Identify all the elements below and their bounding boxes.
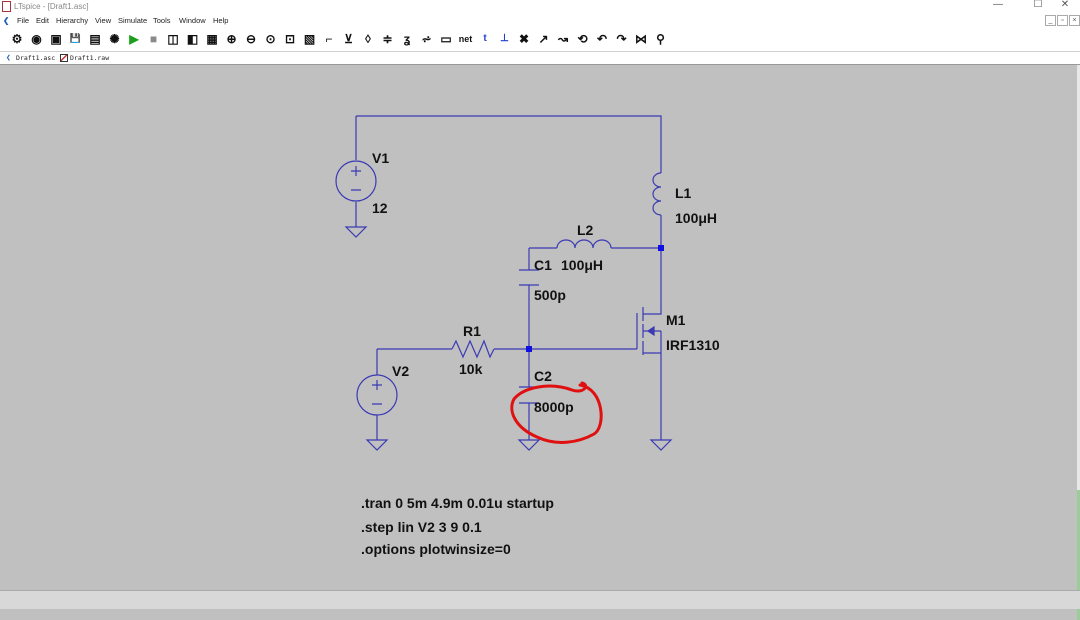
close-button[interactable]: ✕ bbox=[1050, 0, 1080, 10]
m1-mosfet[interactable] bbox=[636, 305, 662, 361]
wires bbox=[355, 115, 662, 440]
v2-source[interactable] bbox=[356, 374, 398, 416]
drag-icon[interactable]: ↝ bbox=[555, 30, 571, 47]
resistor-icon[interactable]: ≑ bbox=[380, 30, 396, 47]
mdi-close-icon[interactable]: × bbox=[1069, 15, 1080, 26]
zoom-area-icon[interactable]: ⊡ bbox=[282, 30, 298, 47]
mdi-minimize-icon[interactable]: _ bbox=[1045, 15, 1056, 26]
tab-label: Draft1.asc bbox=[16, 54, 56, 62]
menu-edit[interactable]: Edit bbox=[36, 16, 49, 25]
menu-view[interactable]: View bbox=[95, 16, 111, 25]
c1-value: 500p bbox=[534, 287, 566, 303]
schematic-canvas[interactable]: V1 12 L1 100μH L2 100μH C1 500p R1 10k V… bbox=[0, 65, 1080, 590]
l2-value: 100μH bbox=[561, 257, 603, 273]
component-icon[interactable]: net bbox=[458, 30, 474, 47]
inductor-icon[interactable]: ⩫ bbox=[419, 30, 435, 47]
v2-ground-symbol bbox=[365, 439, 389, 451]
waveform-icon bbox=[60, 54, 68, 62]
run-icon[interactable]: ▶ bbox=[126, 30, 142, 47]
window-title: LTspice - [Draft1.asc] bbox=[14, 2, 89, 11]
save-icon[interactable]: 💾 bbox=[68, 30, 84, 47]
app-menu-icon[interactable]: ❮ bbox=[3, 16, 9, 25]
ground-icon[interactable]: ⊻ bbox=[341, 30, 357, 47]
l1-inductor[interactable] bbox=[652, 172, 662, 216]
tab-bar: ❮ Draft1.asc Draft1.raw bbox=[0, 52, 1080, 65]
diode-icon[interactable]: ▭ bbox=[438, 30, 454, 47]
menu-tools[interactable]: Tools bbox=[153, 16, 171, 25]
tile-horizontal-icon[interactable]: ◧ bbox=[185, 30, 201, 47]
title-bar: LTspice - [Draft1.asc] — ☐ ✕ bbox=[0, 0, 1080, 14]
capacitor-icon[interactable]: ʓ bbox=[399, 30, 415, 47]
l1-value: 100μH bbox=[675, 210, 717, 226]
zoom-out-icon[interactable]: ⊖ bbox=[243, 30, 259, 47]
tab-label: Draft1.raw bbox=[70, 54, 110, 62]
status-bar bbox=[0, 590, 1080, 609]
menu-hierarchy[interactable]: Hierarchy bbox=[56, 16, 88, 25]
open-icon[interactable]: ◉ bbox=[29, 30, 45, 47]
redo-icon[interactable]: ↶ bbox=[594, 30, 610, 47]
tab-waveform[interactable]: Draft1.raw bbox=[60, 53, 109, 63]
menu-simulate[interactable]: Simulate bbox=[118, 16, 147, 25]
schematic-icon: ❮ bbox=[6, 53, 11, 62]
spice-directive-icon[interactable]: t bbox=[477, 30, 493, 47]
l1-name: L1 bbox=[675, 185, 692, 201]
cascade-icon[interactable]: ▦ bbox=[204, 30, 220, 47]
rotate-icon[interactable]: ↷ bbox=[614, 30, 630, 47]
mdi-restore-icon[interactable]: ▫ bbox=[1057, 15, 1068, 26]
c1-name: C1 bbox=[534, 257, 552, 273]
mirror-icon[interactable]: ⋈ bbox=[633, 30, 649, 47]
menu-file[interactable]: File bbox=[17, 16, 29, 25]
cut-icon[interactable]: ✖ bbox=[516, 30, 532, 47]
move-icon[interactable]: ↗ bbox=[536, 30, 552, 47]
gear-icon[interactable]: ⚙ bbox=[9, 30, 25, 47]
menu-window[interactable]: Window bbox=[179, 16, 206, 25]
schematic-drawing: V1 12 L1 100μH L2 100μH C1 500p R1 10k V… bbox=[335, 115, 720, 557]
zoom-in-icon[interactable]: ⊕ bbox=[224, 30, 240, 47]
m1-value: IRF1310 bbox=[666, 337, 720, 353]
menu-bar: ❮ File Edit Hierarchy View Simulate Tool… bbox=[0, 14, 1080, 27]
m1-ground-symbol bbox=[649, 439, 673, 451]
minimize-button[interactable]: — bbox=[983, 0, 1013, 10]
undo-icon[interactable]: ⟲ bbox=[575, 30, 591, 47]
tab-schematic[interactable]: ❮ Draft1.asc bbox=[6, 53, 55, 63]
label-icon[interactable]: ◊ bbox=[360, 30, 376, 47]
v1-source[interactable] bbox=[335, 160, 377, 202]
v1-value: 12 bbox=[372, 200, 388, 216]
zoom-fit-icon[interactable]: ⊙ bbox=[263, 30, 279, 47]
wire-icon[interactable]: ⌐ bbox=[321, 30, 337, 47]
tile-vertical-icon[interactable]: ◫ bbox=[165, 30, 181, 47]
v2-name: V2 bbox=[392, 363, 409, 379]
find-icon[interactable]: ⚲ bbox=[653, 30, 669, 47]
stop-icon[interactable]: ■ bbox=[146, 30, 162, 47]
v1-name: V1 bbox=[372, 150, 389, 166]
l2-name: L2 bbox=[577, 222, 594, 238]
directive-step[interactable]: .step lin V2 3 9 0.1 bbox=[361, 519, 482, 535]
v1-ground-symbol bbox=[344, 226, 368, 238]
print-icon[interactable]: ▤ bbox=[87, 30, 103, 47]
open-folder-icon[interactable]: ▣ bbox=[48, 30, 64, 47]
directive-options[interactable]: .options plotwinsize=0 bbox=[361, 541, 511, 557]
maximize-button[interactable]: ☐ bbox=[1023, 0, 1053, 10]
autorange-icon[interactable]: ▧ bbox=[302, 30, 318, 47]
control-panel-icon[interactable]: ✺ bbox=[107, 30, 123, 47]
app-icon bbox=[2, 1, 11, 12]
menu-help[interactable]: Help bbox=[213, 16, 228, 25]
directive-tran[interactable]: .tran 0 5m 4.9m 0.01u startup bbox=[361, 495, 554, 511]
toolbar: ⚙ ◉ ▣ 💾 ▤ ✺ ▶ ■ ◫ ◧ ▦ ⊕ ⊖ ⊙ ⊡ ▧ ⌐ ⊻ ◊ ≑ ʓ ⩫ ▭ net t ⊥ ✖ ↗ ↝ ⟲ ↶ ↷ ⋈ ⚲ bbox=[0, 27, 1080, 52]
c2-value: 8000p bbox=[534, 399, 574, 415]
r1-name: R1 bbox=[463, 323, 481, 339]
l2-inductor[interactable] bbox=[556, 239, 612, 249]
text-icon[interactable]: ⊥ bbox=[497, 30, 513, 47]
c2-name: C2 bbox=[534, 368, 552, 384]
c2-ground-symbol bbox=[517, 439, 541, 451]
r1-resistor[interactable] bbox=[451, 339, 495, 359]
r1-value: 10k bbox=[459, 361, 483, 377]
m1-name: M1 bbox=[666, 312, 686, 328]
